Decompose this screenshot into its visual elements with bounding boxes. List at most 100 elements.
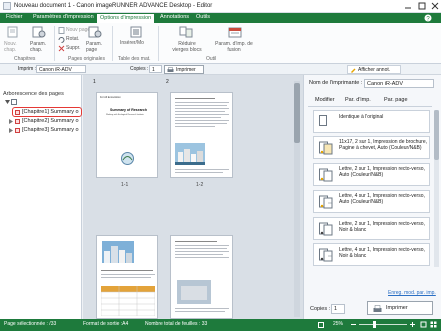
page-settings-button[interactable]: Param. page — [86, 41, 108, 53]
group-divider — [54, 26, 55, 61]
text-line — [175, 311, 225, 312]
text-line — [101, 274, 155, 275]
text-line — [175, 123, 227, 124]
zoom-level[interactable]: 25% — [333, 322, 343, 327]
status-bar: Page sélectionnée : /33 Format de sortie… — [0, 319, 441, 331]
vertical-scrollbar[interactable] — [294, 81, 300, 317]
text-line — [175, 241, 217, 242]
chapter-settings-icon[interactable] — [32, 26, 46, 38]
insert-toc-button[interactable]: Insérer/Mo — [120, 41, 144, 46]
four-up-bw-icon — [319, 248, 333, 262]
page-tree-panel: Arborescence des pages [Chapitre1] Summa… — [0, 75, 82, 319]
page-thumbnail[interactable] — [170, 92, 233, 178]
scrollbar-thumb[interactable] — [434, 110, 439, 160]
text-line — [175, 308, 229, 309]
chapter-icon — [15, 109, 20, 115]
vertical-scrollbar[interactable] — [434, 110, 439, 267]
group-label-chapitres: Chapitres — [14, 56, 36, 62]
new-chapter-icon[interactable] — [6, 26, 20, 38]
tab-modifier[interactable]: Modifier — [315, 97, 335, 104]
copies-input[interactable]: 1 — [149, 65, 162, 73]
zoom-in-icon[interactable] — [409, 321, 416, 328]
fit-page-icon[interactable] — [318, 322, 324, 328]
list-item-label: [Chapitre1] Summary o — [22, 109, 79, 115]
document-icon — [11, 99, 17, 105]
printer-select-value: Canon iR-ADV — [39, 66, 72, 73]
print-bar: Imprim : Canon iR-ADV Copies : 1 Imprime… — [0, 64, 441, 75]
group-divider — [158, 26, 159, 61]
list-item[interactable]: [Chapitre2] Summary o — [15, 118, 81, 127]
new-page-button[interactable]: Nouv page — [66, 28, 90, 33]
page-settings-icon[interactable] — [88, 26, 102, 38]
zoom-slider-handle[interactable] — [373, 321, 376, 328]
list-item[interactable]: 11x17, 2 sur 1, Impression de brochure, … — [313, 136, 430, 159]
zoom-out-icon[interactable] — [350, 321, 357, 328]
setting-text: Lettre, 2 sur 1, Impression recto-verso,… — [339, 221, 425, 233]
tab-par-imp[interactable]: Par. d'imp. — [345, 97, 371, 104]
print-button-label: Imprimer — [386, 305, 408, 311]
text-line — [175, 105, 227, 106]
print-button[interactable]: Imprimer — [367, 301, 433, 315]
scrollbar-thumb[interactable] — [294, 83, 300, 143]
printer-name-select[interactable]: Canon iR-ADV — [364, 79, 434, 88]
page-title: Summary of Research — [110, 108, 147, 112]
maximize-icon[interactable] — [417, 1, 427, 11]
page-tree-title: Arborescence des pages — [3, 91, 64, 97]
tab-parametres-impression[interactable]: Paramètres d'impression — [30, 13, 97, 23]
page-thumbnail[interactable] — [96, 235, 158, 319]
text-line — [175, 126, 215, 127]
delete-button[interactable]: Suppr. — [66, 46, 80, 51]
merge-print-icon[interactable] — [228, 26, 242, 38]
page-thumbnail[interactable]: For All Ecosolution Summary of Research … — [96, 92, 158, 178]
rotate-button[interactable]: Rotat. — [66, 37, 79, 42]
save-settings-link[interactable]: Enreg. mod. par. imp. — [388, 291, 436, 296]
list-item[interactable]: Lettre, 2 sur 1, Impression recto-verso,… — [313, 217, 430, 240]
text-line — [175, 248, 227, 249]
collapse-arrow-icon[interactable] — [9, 128, 14, 133]
close-icon[interactable] — [430, 1, 440, 11]
reduce-blank-icon[interactable] — [179, 26, 193, 38]
tab-par-page[interactable]: Par. page — [384, 97, 408, 104]
rotate-icon[interactable] — [58, 36, 65, 43]
tab-outils[interactable]: Outils — [193, 13, 213, 23]
page-number-label: 1-2 — [196, 182, 204, 188]
print-button[interactable]: Imprimer — [164, 65, 204, 74]
tab-options-impression[interactable]: Options d'impression — [96, 13, 156, 23]
minimize-icon[interactable] — [403, 1, 413, 11]
list-item[interactable]: Lettre, 4 sur 1, Impression recto-verso,… — [313, 190, 430, 213]
tab-fichier[interactable]: Fichier — [3, 13, 26, 23]
status-total-sheets: Nombre total de feuilles : 33 — [145, 321, 208, 327]
list-item[interactable]: [Chapitre1] Summary o — [12, 107, 82, 117]
printer-icon — [373, 305, 382, 313]
view-multi-icon[interactable] — [430, 321, 437, 328]
help-icon[interactable]: ? — [424, 14, 432, 22]
view-single-icon[interactable] — [420, 321, 427, 328]
zoom-slider-track[interactable] — [359, 321, 407, 328]
merge-print-button[interactable]: Param. d'imp. de fusion — [211, 41, 257, 53]
insert-toc-icon[interactable] — [129, 26, 143, 38]
group-label-pages-originales: Pages originales — [68, 56, 105, 62]
delete-icon[interactable] — [58, 45, 65, 52]
app-icon — [3, 2, 11, 10]
page-thumbnail[interactable] — [170, 235, 233, 319]
page-number-label: 1-1 — [121, 182, 129, 188]
page-canvas[interactable]: 1 2 For All Ecosolution Summary of Resea… — [83, 75, 303, 319]
setting-text: Lettre, 4 sur 1, Impression recto-verso,… — [339, 193, 425, 205]
chapter-number: 2 — [166, 79, 169, 85]
collapse-arrow-icon[interactable] — [9, 119, 14, 124]
reduce-blank-button[interactable]: Réduire vierges blocs — [171, 41, 203, 53]
new-page-icon[interactable] — [58, 27, 65, 34]
show-annotations-button[interactable]: Afficher annot. — [347, 65, 401, 74]
copies-input[interactable]: 1 — [331, 304, 345, 314]
list-item[interactable]: Lettre, 4 sur 1, Impression recto-verso,… — [313, 243, 430, 266]
printer-icon — [167, 67, 174, 73]
expand-arrow-icon[interactable] — [5, 100, 10, 105]
list-item[interactable]: Identique à l'original — [313, 110, 430, 133]
chapter-settings-button[interactable]: Param. chap. — [30, 41, 52, 53]
printer-select[interactable]: Canon iR-ADV — [36, 65, 86, 73]
printer-name-value: Canon iR-ADV — [367, 80, 404, 87]
list-item[interactable]: Lettre, 2 sur 1, Impression recto-verso,… — [313, 163, 430, 186]
new-chapter-button[interactable]: Nouv. chap. — [4, 41, 26, 53]
tab-annotations[interactable]: Annotations — [157, 13, 192, 23]
list-item[interactable]: [Chapitre3] Summary o — [15, 127, 81, 136]
